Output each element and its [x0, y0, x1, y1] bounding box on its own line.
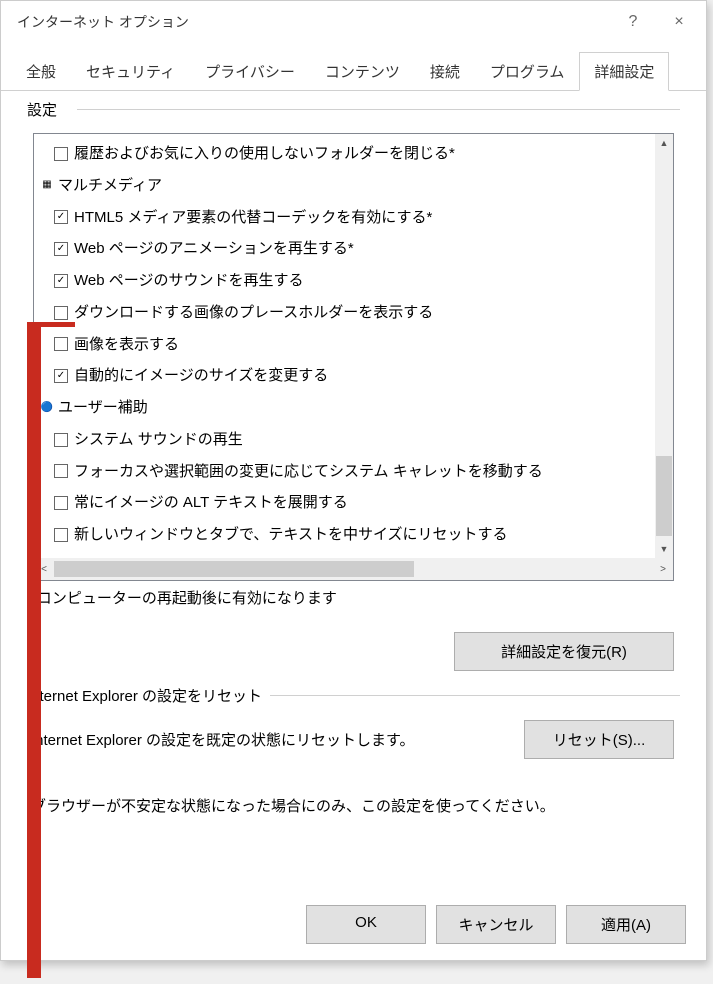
hscroll-thumb[interactable] — [54, 561, 414, 577]
tree-category-label: マルチメディア — [58, 172, 162, 200]
checkbox[interactable] — [54, 147, 68, 161]
tree-item-label: ダウンロードする画像のプレースホルダーを表示する — [74, 299, 433, 327]
tab-5[interactable]: プログラム — [475, 52, 580, 91]
tree-item[interactable]: ✓ Web ページのアニメーションを再生する* — [34, 233, 673, 265]
settings-fieldset: 設定 履歴およびお気に入りの使用しないフォルダーを閉じる*▦マルチメディア✓HT… — [27, 105, 680, 671]
tab-2[interactable]: プライバシー — [190, 52, 310, 91]
scroll-right-icon[interactable]: > — [653, 564, 673, 575]
tree-item-label: 履歴およびお気に入りの使用しないフォルダーを閉じる* — [74, 140, 455, 168]
tree-item-label: 新しいウィンドウとタブで、テキストを中サイズにリセットする — [74, 521, 508, 549]
multimedia-icon: ▦ — [40, 179, 54, 193]
tree-item-label: 常にイメージの ALT テキストを展開する — [74, 489, 348, 517]
help-button[interactable]: ? — [610, 5, 656, 39]
reset-button[interactable]: リセット(S)... — [524, 720, 674, 759]
tab-4[interactable]: 接続 — [415, 52, 475, 91]
tree-item[interactable]: ✓ HTML5 メディア要素の代替コーデックを有効にする* — [34, 202, 673, 234]
checkbox[interactable]: ✓ — [54, 369, 68, 383]
reset-description: Internet Explorer の設定を既定の状態にリセットします。 — [31, 729, 415, 750]
checkbox[interactable] — [54, 306, 68, 320]
scroll-down-icon[interactable]: ▼ — [655, 540, 673, 558]
tree-item-label: Web ページのアニメーションを再生する* — [74, 235, 354, 263]
tree-item-label: Web ページのサウンドを再生する — [74, 267, 303, 295]
reset-fieldset: Internet Explorer の設定をリセット Internet Expl… — [27, 695, 680, 816]
reset-legend: Internet Explorer の設定をリセット — [27, 685, 270, 706]
tree-category[interactable]: ▦ マルチメディア — [34, 170, 673, 202]
apply-button[interactable]: 適用(A) — [566, 905, 686, 944]
divider — [77, 109, 680, 110]
window-title: インターネット オプション — [17, 12, 189, 32]
horizontal-scrollbar[interactable]: < > — [34, 558, 673, 580]
tab-1[interactable]: セキュリティ — [71, 52, 190, 91]
scroll-up-icon[interactable]: ▲ — [655, 134, 673, 152]
checkbox[interactable]: ✓ — [54, 242, 68, 256]
checkbox[interactable] — [54, 433, 68, 447]
tree-item[interactable]: ✓ Web ページのサウンドを再生する — [34, 265, 673, 297]
titlebar: インターネット オプション ? × — [1, 1, 706, 43]
ok-button[interactable]: OK — [306, 905, 426, 944]
tree-item-label: システム サウンドの再生 — [74, 426, 243, 454]
restore-row: 詳細設定を復元(R) — [27, 632, 674, 671]
accessibility-icon: 🔵 — [40, 401, 54, 415]
tree-category-label: ユーザー補助 — [58, 394, 148, 422]
tree-item[interactable]: 画像を表示する — [34, 329, 673, 361]
checkbox[interactable] — [54, 496, 68, 510]
tab-strip: 全般セキュリティプライバシーコンテンツ接続プログラム詳細設定 — [1, 51, 706, 91]
checkbox[interactable] — [54, 528, 68, 542]
cancel-button[interactable]: キャンセル — [436, 905, 556, 944]
tree-item-label: フォーカスや選択範囲の変更に応じてシステム キャレットを移動する — [74, 458, 543, 486]
tab-3[interactable]: コンテンツ — [310, 52, 415, 91]
tree-item[interactable]: 新しいウィンドウとタブのカーソル ブラウズを有効にする — [34, 551, 673, 558]
tree-item[interactable]: 新しいウィンドウとタブで、テキストを中サイズにリセットする — [34, 519, 673, 551]
tree-item[interactable]: フォーカスや選択範囲の変更に応じてシステム キャレットを移動する — [34, 456, 673, 488]
reset-note: ブラウザーが不安定な状態になった場合にのみ、この設定を使ってください。 — [31, 795, 676, 816]
settings-legend: 設定 — [27, 99, 65, 120]
divider — [267, 695, 680, 696]
close-button[interactable]: × — [656, 5, 702, 39]
annotation-marker-pointer — [37, 322, 75, 327]
tree-content: 履歴およびお気に入りの使用しないフォルダーを閉じる* ▦ マルチメディア ✓ HTML5… — [34, 134, 673, 558]
internet-options-dialog: インターネット オプション ? × 全般セキュリティプライバシーコンテンツ接続プ… — [0, 0, 707, 961]
restart-note: *コンピューターの再起動後に有効になります — [31, 587, 676, 608]
tab-6[interactable]: 詳細設定 — [579, 52, 669, 91]
tree-item-label: HTML5 メディア要素の代替コーデックを有効にする* — [74, 204, 432, 232]
tree-item[interactable]: 履歴およびお気に入りの使用しないフォルダーを閉じる* — [34, 138, 673, 170]
dialog-button-row: OK キャンセル 適用(A) — [1, 891, 706, 960]
settings-tree[interactable]: 履歴およびお気に入りの使用しないフォルダーを閉じる* ▦ マルチメディア ✓ HTML5… — [33, 133, 674, 581]
checkbox[interactable]: ✓ — [54, 274, 68, 288]
checkbox[interactable] — [54, 464, 68, 478]
tree-item[interactable]: 常にイメージの ALT テキストを展開する — [34, 487, 673, 519]
reset-row: Internet Explorer の設定を既定の状態にリセットします。 リセッ… — [31, 720, 674, 759]
tree-item-label: 自動的にイメージのサイズを変更する — [74, 362, 328, 390]
titlebar-controls: ? × — [610, 5, 702, 39]
vertical-scrollbar[interactable]: ▲ ▼ — [655, 134, 673, 558]
tree-item[interactable]: ダウンロードする画像のプレースホルダーを表示する — [34, 297, 673, 329]
tree-item[interactable]: ✓ 自動的にイメージのサイズを変更する — [34, 360, 673, 392]
annotation-marker — [27, 322, 41, 978]
tree-item-label: 画像を表示する — [74, 331, 179, 359]
content-area: 設定 履歴およびお気に入りの使用しないフォルダーを閉じる* ▦ マルチメディア ✓ HT… — [1, 91, 706, 891]
checkbox[interactable] — [54, 337, 68, 351]
restore-defaults-button[interactable]: 詳細設定を復元(R) — [454, 632, 674, 671]
scroll-thumb[interactable] — [656, 456, 672, 536]
tab-0[interactable]: 全般 — [11, 52, 71, 91]
tree-item[interactable]: システム サウンドの再生 — [34, 424, 673, 456]
checkbox[interactable]: ✓ — [54, 210, 68, 224]
tree-category[interactable]: 🔵 ユーザー補助 — [34, 392, 673, 424]
